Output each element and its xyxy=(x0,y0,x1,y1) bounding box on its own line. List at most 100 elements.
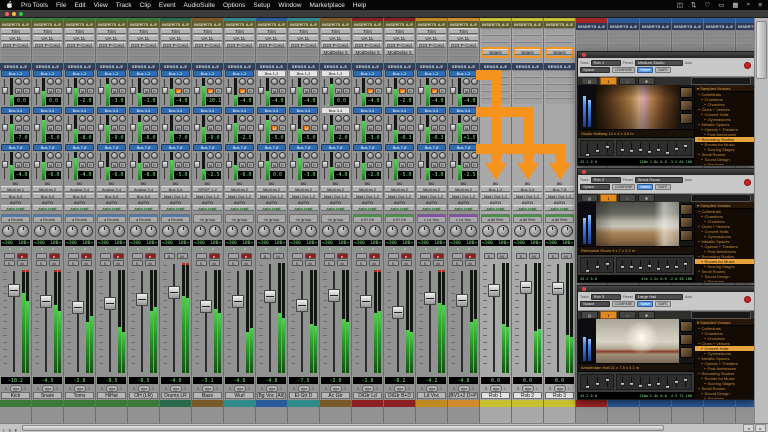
pan-knob-right[interactable] xyxy=(369,225,381,237)
send-fader-cap[interactable] xyxy=(130,124,136,131)
input-path-selector[interactable]: Mic/Inst 2 xyxy=(321,186,350,192)
output-path-selector[interactable]: Main Out 1-2 xyxy=(385,193,414,199)
plugin-fader-cap[interactable] xyxy=(595,382,600,386)
output-path-selector[interactable]: Main Out 1-2 xyxy=(257,193,286,199)
ir-browser-row[interactable]: ‣ Stadiums xyxy=(695,396,754,399)
solo-button[interactable]: S xyxy=(324,260,335,266)
plugin-tab-3[interactable]: ✱ xyxy=(638,77,655,85)
send-pan-knob-left[interactable] xyxy=(271,152,278,159)
send-pan-knob-right[interactable] xyxy=(343,78,350,85)
send-fader-cap[interactable] xyxy=(34,161,40,168)
nudge-icon[interactable]: ⇕ xyxy=(325,386,328,391)
send-fader-cap[interactable] xyxy=(450,87,456,94)
send-fader-cap[interactable] xyxy=(194,161,200,168)
meter-path-icon[interactable]: ⊦ xyxy=(120,386,122,391)
send-fader-cap[interactable] xyxy=(290,124,296,131)
send-pan-knob-right[interactable] xyxy=(55,115,62,122)
output-path-selector[interactable]: Bus 5-6 xyxy=(1,193,30,199)
send-a-assign[interactable]: Bus 1-2 xyxy=(225,70,254,77)
send-pre-button[interactable]: P xyxy=(151,162,158,168)
send-mute-button[interactable]: M xyxy=(399,125,406,131)
output-path-selector[interactable]: Main Out 1-2 xyxy=(193,193,222,199)
send-pre-button[interactable]: P xyxy=(375,88,382,94)
plugin-fader-cap[interactable] xyxy=(605,145,610,149)
plugin-fader-cap[interactable] xyxy=(629,149,634,153)
mute-button[interactable]: M xyxy=(465,260,476,266)
solo-button[interactable]: S xyxy=(292,260,303,266)
insert-slot-a[interactable]: Trim xyxy=(33,28,62,34)
send-fader-cap[interactable] xyxy=(194,124,200,131)
dyn-button[interactable]: dyn xyxy=(362,385,374,392)
ir-browser-row[interactable]: ‣ Stadiums xyxy=(695,162,754,165)
input-path-selector[interactable]: Analog 3-4 xyxy=(129,186,158,192)
nudge-icon[interactable]: ⇕ xyxy=(549,386,552,391)
send-pre-button[interactable]: P xyxy=(311,88,318,94)
volume-fader-cap[interactable] xyxy=(264,290,276,303)
input-monitor-button[interactable] xyxy=(196,253,207,259)
dyn-button[interactable]: dyn xyxy=(554,385,566,392)
send-c-assign[interactable]: Bus 7-8 xyxy=(193,144,222,151)
snapshot-dropdown[interactable] xyxy=(691,311,751,319)
preset-selector[interactable]: Medium Studio xyxy=(635,60,683,66)
send-mute-button[interactable]: M xyxy=(239,125,246,131)
photo-thumb[interactable] xyxy=(680,334,693,345)
mute-button[interactable]: M xyxy=(81,260,92,266)
send-pan-knob-left[interactable] xyxy=(303,78,310,85)
nudge-icon[interactable]: ⇕ xyxy=(293,386,296,391)
output-path-selector[interactable]: Main Out 1-2 xyxy=(513,193,542,199)
insert-slot-b[interactable]: UA 1L xyxy=(417,35,446,41)
send-pan-knob-left[interactable] xyxy=(367,152,374,159)
send-fader-cap[interactable] xyxy=(162,124,168,131)
send-pan-knob-left[interactable] xyxy=(399,152,406,159)
plugin-fader-cap[interactable] xyxy=(683,262,688,266)
dyn-button[interactable]: dyn xyxy=(458,385,470,392)
automation-mode-selector[interactable]: auto read xyxy=(449,205,478,211)
input-path-selector[interactable]: Mic/Inst 2 xyxy=(417,186,446,192)
send-pan-knob-left[interactable] xyxy=(431,115,438,122)
plugin-tab-2[interactable]: ⌂ xyxy=(619,194,636,202)
group-assignment[interactable]: c Ld Voc xyxy=(449,214,478,223)
send-fader-cap[interactable] xyxy=(258,124,264,131)
horizontal-scrollbar[interactable]: ⊦≡▾ ◂▸ xyxy=(0,423,768,432)
target-button[interactable] xyxy=(744,296,751,303)
send-fader-cap[interactable] xyxy=(194,87,200,94)
send-pan-knob-right[interactable] xyxy=(215,78,222,85)
send-mute-button[interactable]: M xyxy=(335,125,342,131)
send-pre-button[interactable]: P xyxy=(119,88,126,94)
plugin-fader-cap[interactable] xyxy=(629,265,634,269)
plugin-fader-cap[interactable] xyxy=(638,266,643,270)
pan-knob-right[interactable] xyxy=(433,225,445,237)
send-mute-button[interactable]: M xyxy=(303,125,310,131)
pan-knob-right[interactable] xyxy=(49,225,61,237)
send-pan-knob-left[interactable] xyxy=(399,115,406,122)
send-mute-button[interactable]: M xyxy=(271,162,278,168)
send-pan-knob-right[interactable] xyxy=(151,152,158,159)
mute-button[interactable]: M xyxy=(209,260,220,266)
send-pan-knob-right[interactable] xyxy=(119,115,126,122)
photo-thumb[interactable] xyxy=(680,113,693,124)
automation-mode-selector[interactable]: auto read xyxy=(1,205,30,211)
preset-selector[interactable]: Wood Room xyxy=(635,177,683,183)
pan-knob-right[interactable] xyxy=(241,225,253,237)
send-fader-cap[interactable] xyxy=(2,161,8,168)
clip-indicator[interactable] xyxy=(58,270,61,272)
send-b-assign[interactable]: Bus 3-4 xyxy=(449,107,478,114)
meter-path-icon[interactable]: ⊦ xyxy=(152,386,154,391)
insert-slot-c[interactable]: D23 P-Cond xyxy=(1,42,30,48)
dyn-button[interactable]: dyn xyxy=(42,385,54,392)
send-mute-button[interactable]: M xyxy=(431,88,438,94)
send-pan-knob-right[interactable] xyxy=(279,152,286,159)
send-c-assign[interactable]: Bus 7-8 xyxy=(385,144,414,151)
send-pre-button[interactable]: P xyxy=(23,162,30,168)
clip-indicator[interactable] xyxy=(22,270,25,272)
send-pan-knob-right[interactable] xyxy=(87,152,94,159)
insert-slot-b[interactable]: UA 1L xyxy=(1,35,30,41)
volume-fader-cap[interactable] xyxy=(552,282,564,295)
send-pre-button[interactable]: P xyxy=(343,125,350,131)
output-path-selector[interactable]: Main Out 1-2 xyxy=(449,193,478,199)
send-pan-knob-left[interactable] xyxy=(15,152,22,159)
nudge-icon[interactable]: ⇕ xyxy=(517,386,520,391)
meter-path-icon[interactable]: ⊦ xyxy=(440,386,442,391)
send-fader-cap[interactable] xyxy=(322,124,328,131)
send-pan-knob-left[interactable] xyxy=(239,115,246,122)
